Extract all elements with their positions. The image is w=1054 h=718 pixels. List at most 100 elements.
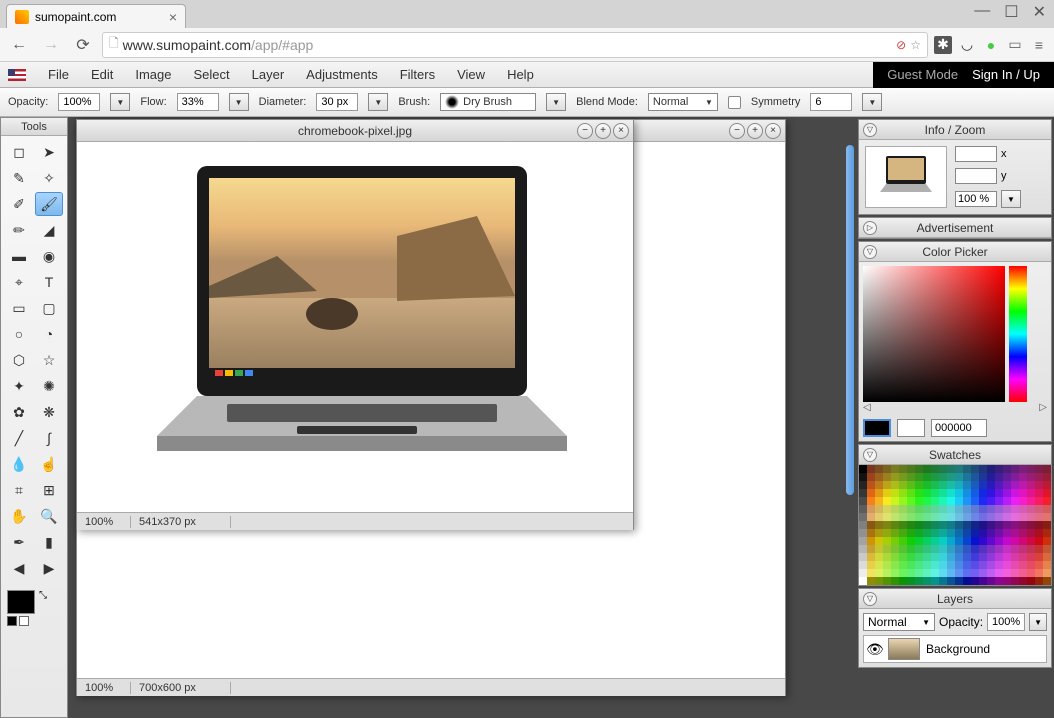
symmetry-input[interactable] — [810, 93, 852, 111]
swatch-cell[interactable] — [891, 489, 899, 497]
swatch-cell[interactable] — [987, 505, 995, 513]
swatch-cell[interactable] — [907, 569, 915, 577]
swatch-cell[interactable] — [1035, 465, 1043, 473]
swatch-cell[interactable] — [995, 553, 1003, 561]
swatch-cell[interactable] — [979, 513, 987, 521]
swatch-cell[interactable] — [1019, 481, 1027, 489]
swatch-cell[interactable] — [891, 465, 899, 473]
swatch-cell[interactable] — [891, 561, 899, 569]
swatch-cell[interactable] — [947, 529, 955, 537]
layer-opacity-dropdown[interactable]: ▼ — [1029, 613, 1047, 631]
swatch-cell[interactable] — [955, 489, 963, 497]
swatch-cell[interactable] — [883, 465, 891, 473]
swatch-cell[interactable] — [931, 553, 939, 561]
swatch-cell[interactable] — [891, 529, 899, 537]
swatch-cell[interactable] — [955, 465, 963, 473]
swatch-cell[interactable] — [963, 577, 971, 585]
swatch-cell[interactable] — [971, 489, 979, 497]
crop-tool[interactable]: ⌗ — [5, 478, 33, 502]
swatch-cell[interactable] — [971, 561, 979, 569]
swatch-cell[interactable] — [995, 497, 1003, 505]
swatch-cell[interactable] — [1027, 537, 1035, 545]
swatch-cell[interactable] — [971, 529, 979, 537]
menu-select[interactable]: Select — [194, 67, 230, 82]
flow-input[interactable] — [177, 93, 219, 111]
swatch-cell[interactable] — [955, 497, 963, 505]
swatch-cell[interactable] — [883, 505, 891, 513]
swatch-cell[interactable] — [883, 537, 891, 545]
layer-blend-select[interactable]: Normal ▼ — [863, 613, 935, 631]
pocket-icon[interactable]: ◡ — [958, 36, 976, 54]
swatch-cell[interactable] — [939, 497, 947, 505]
swatch-cell[interactable] — [931, 545, 939, 553]
swatch-cell[interactable] — [875, 465, 883, 473]
swatch-cell[interactable] — [923, 481, 931, 489]
reload-button[interactable]: ⟳ — [70, 32, 96, 58]
transform-tool[interactable]: ⊞ — [35, 478, 63, 502]
swatch-cell[interactable] — [1011, 521, 1019, 529]
swatch-cell[interactable] — [979, 489, 987, 497]
swatch-cell[interactable] — [907, 489, 915, 497]
swatch-cell[interactable] — [1043, 545, 1051, 553]
swatch-cell[interactable] — [907, 545, 915, 553]
swatch-cell[interactable] — [899, 473, 907, 481]
swatch-cell[interactable] — [1003, 489, 1011, 497]
doc-minimize-icon[interactable]: − — [729, 123, 745, 139]
swatch-cell[interactable] — [1027, 473, 1035, 481]
swatch-cell[interactable] — [867, 473, 875, 481]
swatch-cell[interactable] — [875, 505, 883, 513]
menu-icon[interactable]: ≡ — [1030, 36, 1048, 54]
swatch-cell[interactable] — [867, 505, 875, 513]
swatch-cell[interactable] — [891, 505, 899, 513]
swatch-cell[interactable] — [923, 537, 931, 545]
swatch-cell[interactable] — [1011, 569, 1019, 577]
extension-icon[interactable]: ✱ — [934, 36, 952, 54]
swatch-cell[interactable] — [891, 553, 899, 561]
url-input[interactable]: 🗋 www.sumopaint.com/app/#app ⊘ ☆ — [102, 32, 928, 58]
opacity-input[interactable] — [58, 93, 100, 111]
swatch-cell[interactable] — [971, 513, 979, 521]
swatch-cell[interactable] — [1043, 513, 1051, 521]
arrow-right-tool[interactable]: ▶ — [35, 556, 63, 580]
swatch-cell[interactable] — [859, 529, 867, 537]
swatch-cell[interactable] — [859, 545, 867, 553]
swatch-cell[interactable] — [1019, 561, 1027, 569]
swatch-cell[interactable] — [995, 481, 1003, 489]
swatch-cell[interactable] — [971, 545, 979, 553]
swatch-cell[interactable] — [931, 537, 939, 545]
swatch-cell[interactable] — [875, 473, 883, 481]
swatch-cell[interactable] — [891, 481, 899, 489]
swatch-cell[interactable] — [915, 481, 923, 489]
browser-tab[interactable]: sumopaint.com × — [6, 4, 186, 28]
swatch-cell[interactable] — [1011, 577, 1019, 585]
swatch-cell[interactable] — [923, 473, 931, 481]
swatch-cell[interactable] — [971, 521, 979, 529]
swatch-cell[interactable] — [907, 537, 915, 545]
swatch-cell[interactable] — [979, 465, 987, 473]
swatch-cell[interactable] — [1027, 561, 1035, 569]
swatch-cell[interactable] — [931, 569, 939, 577]
swatch-cell[interactable] — [931, 561, 939, 569]
menu-layer[interactable]: Layer — [252, 67, 285, 82]
swatch-cell[interactable] — [923, 553, 931, 561]
swatch-cell[interactable] — [1043, 577, 1051, 585]
swatch-cell[interactable] — [955, 481, 963, 489]
swatch-cell[interactable] — [1035, 569, 1043, 577]
swatch-cell[interactable] — [883, 489, 891, 497]
swatch-cell[interactable] — [939, 473, 947, 481]
swatch-cell[interactable] — [923, 521, 931, 529]
swatch-cell[interactable] — [923, 497, 931, 505]
swatch-cell[interactable] — [907, 529, 915, 537]
swatch-cell[interactable] — [907, 465, 915, 473]
swatch-cell[interactable] — [963, 529, 971, 537]
current-color-swatch[interactable] — [863, 419, 891, 437]
pencil-tool[interactable]: ✏ — [5, 218, 33, 242]
swatch-cell[interactable] — [1043, 537, 1051, 545]
swatch-cell[interactable] — [963, 497, 971, 505]
swatch-cell[interactable] — [987, 529, 995, 537]
swatch-cell[interactable] — [1003, 553, 1011, 561]
swatch-cell[interactable] — [915, 513, 923, 521]
swatch-cell[interactable] — [1027, 553, 1035, 561]
swatch-cell[interactable] — [859, 537, 867, 545]
swatch-cell[interactable] — [1019, 529, 1027, 537]
